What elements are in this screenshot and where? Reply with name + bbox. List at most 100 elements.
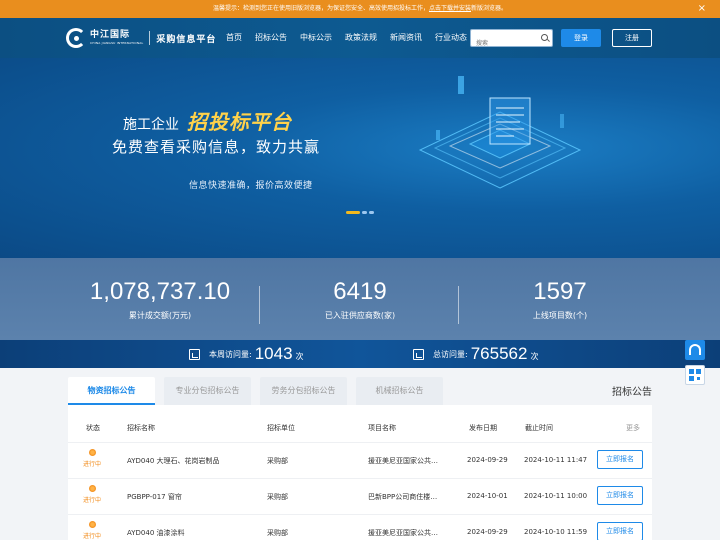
platform-illustration: [418, 76, 582, 189]
tender-name[interactable]: PGBPP-017 窗帘: [127, 492, 247, 502]
close-icon[interactable]: ×: [698, 0, 706, 18]
total-visits: 总访问量: 765562 次: [413, 340, 538, 368]
hero-banner[interactable]: 施工企业 招投标平台 免费查看采购信息，致力共赢 信息快速准确，报价高效便捷: [0, 58, 720, 258]
banner-tagline: 信息快速准确，报价高效便捷: [189, 181, 313, 191]
tender-name[interactable]: AYD040 大理石、花岗岩制品: [127, 456, 247, 466]
stat-suppliers: 6419 已入驻供应商数(家): [270, 278, 450, 321]
project-name: 援亚美尼亚国家公共…: [368, 457, 438, 465]
status-text: 进行中: [82, 497, 101, 504]
tab-machinery[interactable]: 机械招标公告: [356, 377, 443, 405]
carousel-dot[interactable]: [369, 211, 374, 214]
stat-label: 累计成交额(万元): [128, 311, 192, 320]
download-browser-link[interactable]: 点击下载并安装: [429, 5, 471, 12]
deadline: 2024-10-10 11:59: [524, 528, 588, 536]
column-header-publish: 发布日期: [469, 424, 497, 432]
tab-materials[interactable]: 物资招标公告: [68, 377, 155, 405]
stats-band: 1,078,737.10 累计成交额(万元) 6419 已入驻供应商数(家) 1…: [0, 258, 720, 340]
register-button[interactable]: 注册: [612, 29, 652, 47]
status-text: 进行中: [82, 461, 101, 468]
weekly-visits: 本周访问量: 1043 次: [189, 340, 304, 368]
tender-unit: 采购部: [267, 493, 288, 501]
nav-item-tender-notices[interactable]: 招标公告: [255, 18, 287, 58]
deadline: 2024-10-11 11:47: [524, 456, 588, 464]
tender-table: 状态 招标名称 招标单位 项目名称 发布日期 截止时间 更多 进行中 AYD04…: [68, 405, 652, 540]
logo-icon: [66, 28, 86, 48]
tab-specialty-subcontract[interactable]: 专业分包招标公告: [164, 377, 251, 405]
notice-suffix: 新版浏览器。: [471, 5, 508, 12]
column-header-project: 项目名称: [368, 424, 396, 432]
nav-item-news[interactable]: 新闻资讯: [390, 18, 422, 58]
login-button[interactable]: 登录: [561, 29, 601, 47]
logo-divider: [149, 31, 151, 45]
banner-prefix: 施工企业: [123, 117, 179, 133]
tender-name[interactable]: AYD040 油漆涂料: [127, 528, 247, 538]
document-icon: [489, 97, 531, 145]
visit-unit: 次: [530, 352, 539, 361]
visit-label: 总访问量:: [433, 349, 468, 359]
table-row[interactable]: 进行中 AYD040 油漆涂料 采购部 援亚美尼亚国家公共… 2024-09-2…: [68, 514, 652, 540]
banner-subheadline: 免费查看采购信息，致力共赢: [112, 138, 321, 156]
customer-service-button[interactable]: [685, 340, 705, 360]
stat-value: 1,078,737.10: [89, 278, 231, 305]
tab-labor-subcontract[interactable]: 劳务分包招标公告: [260, 377, 347, 405]
logo[interactable]: 中江国际 CHINA JIANGSU INTERNATIONAL 采购信息平台: [66, 27, 216, 49]
tender-unit: 采购部: [267, 457, 288, 465]
stat-divider: [458, 286, 459, 324]
notice-bar: 温馨提示：检测到您正在使用旧版浏览器，为保证您安全、高效使用招投标工作，点击下载…: [0, 0, 720, 18]
stat-projects: 1597 上线项目数(个): [470, 278, 650, 321]
visit-unit: 次: [295, 352, 304, 361]
project-name: 巴新BPP公司商住楼…: [368, 493, 438, 501]
publish-date: 2024-09-29: [467, 456, 508, 464]
visit-count: 1043: [254, 344, 293, 363]
notice-text: 温馨提示：检测到您正在使用旧版浏览器，为保证您安全、高效使用招投标工作，: [212, 5, 429, 12]
publish-date: 2024-10-01: [467, 492, 508, 500]
publish-date: 2024-09-29: [467, 528, 508, 536]
banner-headline: 施工企业 招投标平台: [123, 106, 292, 135]
apply-button[interactable]: 立即报名: [597, 450, 643, 469]
stat-value: 6419: [333, 278, 387, 305]
status-badge: 进行中: [80, 449, 104, 468]
stat-total-deal: 1,078,737.10 累计成交额(万元): [70, 278, 250, 321]
column-header-deadline: 截止时间: [525, 424, 553, 432]
apply-button[interactable]: 立即报名: [597, 486, 643, 505]
carousel-dot[interactable]: [346, 211, 360, 214]
qr-code-button[interactable]: [685, 365, 705, 385]
visits-band: 本周访问量: 1043 次 总访问量: 765562 次: [0, 340, 720, 368]
status-icon: [88, 485, 96, 492]
search-icon[interactable]: [541, 34, 548, 41]
stat-label: 上线项目数(个): [532, 311, 588, 320]
nav-item-policies[interactable]: 政策法规: [345, 18, 377, 58]
section-title: 招标公告: [612, 387, 652, 398]
stat-divider: [259, 286, 260, 324]
banner-highlight: 招投标平台: [187, 110, 292, 134]
notice-tabs: 物资招标公告 专业分包招标公告 劳务分包招标公告 机械招标公告: [68, 377, 452, 405]
site-header: 中江国际 CHINA JIANGSU INTERNATIONAL 采购信息平台 …: [0, 18, 720, 58]
table-row[interactable]: 进行中 AYD040 大理石、花岗岩制品 采购部 援亚美尼亚国家公共… 2024…: [68, 442, 652, 478]
project-name: 援亚美尼亚国家公共…: [368, 529, 438, 537]
column-header-status: 状态: [86, 424, 100, 432]
logo-cn: 中江国际: [90, 30, 131, 40]
logo-en: CHINA JIANGSU INTERNATIONAL: [90, 41, 144, 45]
visit-count: 765562: [470, 344, 528, 363]
carousel-dot[interactable]: [362, 211, 367, 214]
table-row[interactable]: 进行中 PGBPP-017 窗帘 采购部 巴新BPP公司商住楼… 2024-10…: [68, 478, 652, 514]
status-badge: 进行中: [80, 485, 104, 504]
more-link[interactable]: 更多: [626, 423, 640, 433]
logo-text: 中江国际 CHINA JIANGSU INTERNATIONAL: [90, 30, 143, 46]
tender-unit: 采购部: [267, 529, 288, 537]
apply-button[interactable]: 立即报名: [597, 522, 643, 540]
nav-item-industry[interactable]: 行业动态: [435, 18, 467, 58]
nav-item-home[interactable]: 首页: [226, 18, 242, 58]
stat-label: 已入驻供应商数(家): [324, 311, 396, 320]
site-title: 采购信息平台: [156, 34, 217, 45]
headset-icon: [689, 344, 701, 355]
nav-item-award-notices[interactable]: 中标公示: [300, 18, 332, 58]
main-nav: 首页 招标公告 中标公示 政策法规 新闻资讯 行业动态: [226, 18, 480, 58]
status-text: 进行中: [82, 533, 101, 540]
search-input[interactable]: [471, 36, 535, 52]
column-header-name: 招标名称: [127, 424, 155, 432]
search-box: [470, 29, 553, 52]
status-badge: 进行中: [80, 521, 104, 540]
qr-code-icon: [689, 369, 701, 381]
visit-icon: [189, 348, 200, 360]
